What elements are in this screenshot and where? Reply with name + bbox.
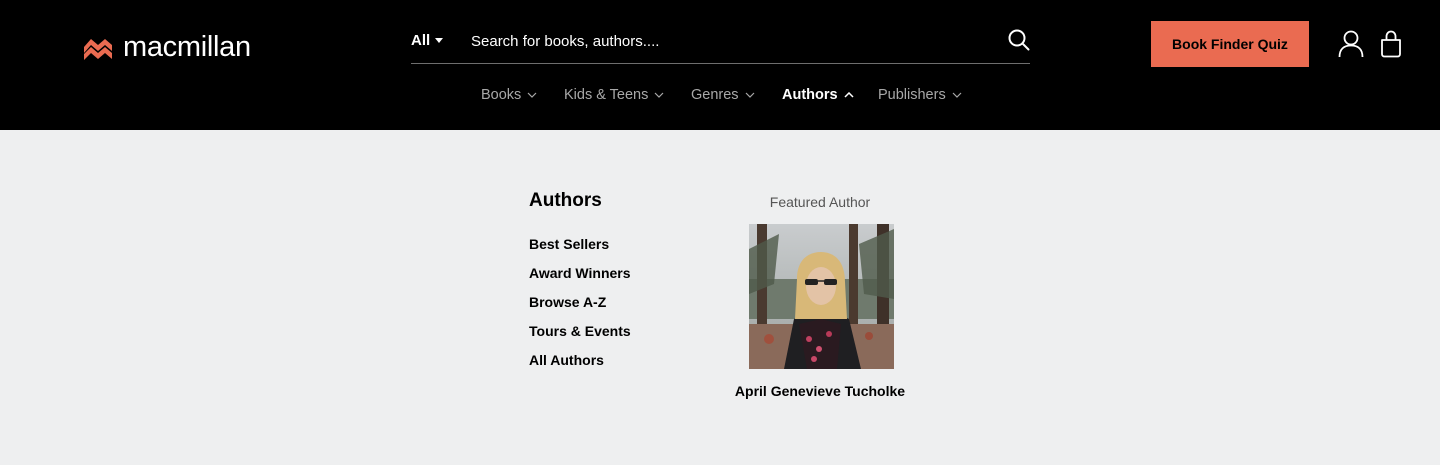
author-portrait-image — [749, 224, 894, 369]
menu-link-tours-events[interactable]: Tours & Events — [529, 323, 631, 352]
menu-title: Authors — [529, 190, 602, 211]
nav-item-label: Genres — [691, 87, 739, 103]
macmillan-logo[interactable]: macmillan — [83, 30, 251, 64]
caret-down-icon — [435, 38, 444, 43]
brand-name: macmillan — [123, 30, 251, 63]
featured-author-name[interactable]: April Genevieve Tucholke — [720, 383, 920, 399]
featured-author-photo[interactable] — [749, 224, 894, 369]
search-bar: All — [411, 18, 1030, 64]
nav-item-label: Authors — [782, 87, 838, 103]
shopping-bag-icon[interactable] — [1380, 30, 1402, 58]
chevron-up-icon — [844, 92, 854, 98]
search-scope-label: All — [411, 32, 431, 49]
nav-item-authors[interactable]: Authors — [782, 87, 854, 103]
menu-link-all-authors[interactable]: All Authors — [529, 352, 631, 381]
nav-item-genres[interactable]: Genres — [691, 87, 755, 103]
nav-item-kids-teens[interactable]: Kids & Teens — [564, 87, 664, 103]
authors-mega-menu — [0, 130, 1440, 465]
user-icon[interactable] — [1338, 30, 1364, 58]
macmillan-logo-icon — [84, 39, 112, 60]
chevron-down-icon — [745, 92, 754, 98]
nav-item-label: Books — [481, 87, 522, 103]
chevron-down-icon — [952, 92, 962, 98]
search-icon[interactable] — [1008, 29, 1030, 51]
menu-link-award-winners[interactable]: Award Winners — [529, 265, 631, 294]
chevron-down-icon — [654, 92, 664, 98]
nav-item-label: Kids & Teens — [564, 87, 649, 103]
nav-item-publishers[interactable]: Publishers — [878, 87, 962, 103]
menu-link-browse-a-z[interactable]: Browse A-Z — [529, 294, 631, 323]
site-header: macmillan All Book Finder Quiz Books Kid… — [0, 0, 1440, 130]
featured-author-label: Featured Author — [769, 194, 871, 210]
nav-item-books[interactable]: Books — [481, 87, 537, 103]
nav-item-label: Publishers — [878, 87, 946, 103]
authors-links: Best Sellers Award Winners Browse A-Z To… — [529, 236, 631, 381]
search-input[interactable] — [471, 28, 991, 54]
menu-link-best-sellers[interactable]: Best Sellers — [529, 236, 631, 265]
book-finder-quiz-button[interactable]: Book Finder Quiz — [1151, 21, 1309, 67]
main-nav: Books Kids & Teens Genres Authors Publis… — [0, 87, 1440, 109]
search-scope-dropdown[interactable]: All — [411, 32, 444, 49]
chevron-down-icon — [527, 92, 537, 98]
